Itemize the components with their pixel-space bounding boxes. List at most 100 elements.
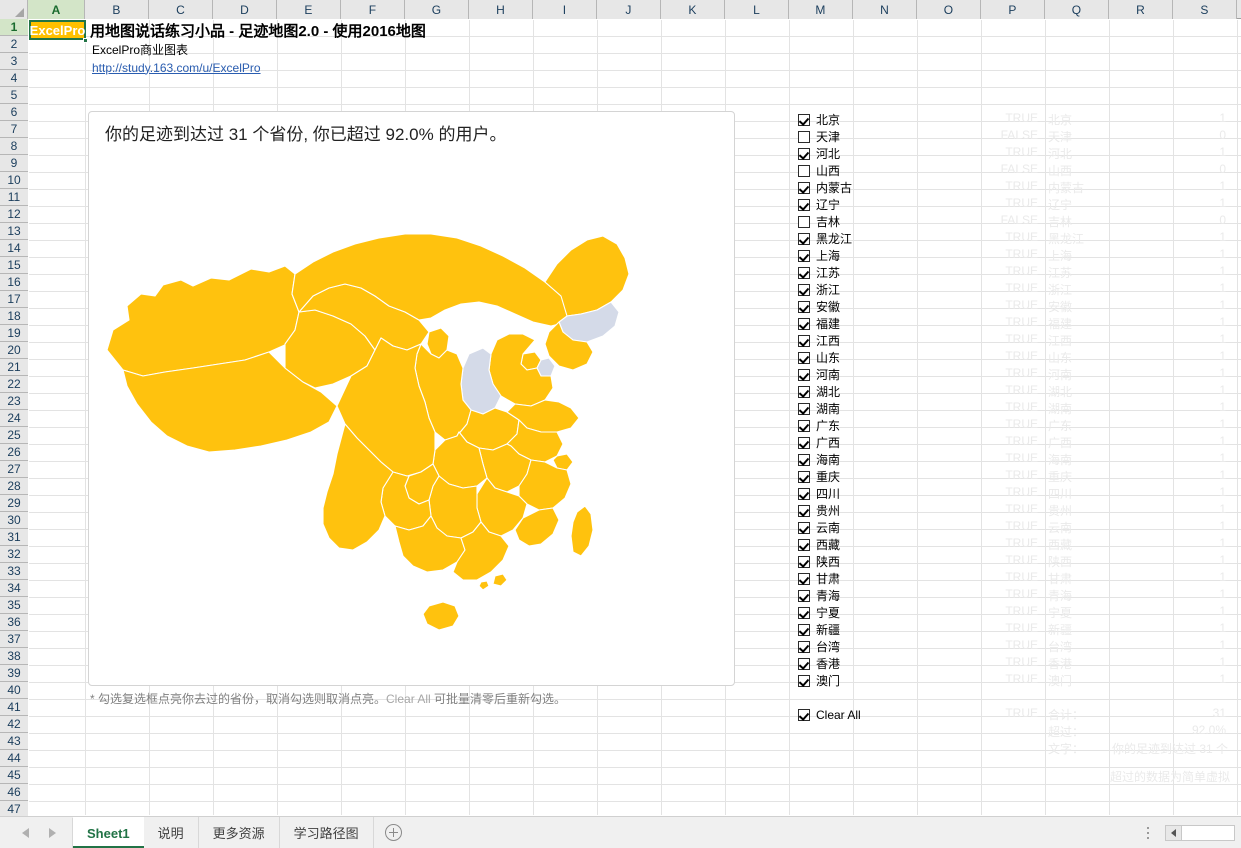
row-header-22[interactable]: 22	[0, 376, 28, 393]
row-header-10[interactable]: 10	[0, 172, 28, 189]
row-header-35[interactable]: 35	[0, 597, 28, 614]
checkbox-row[interactable]: 黑龙江	[798, 230, 852, 247]
checkbox-row[interactable]: 北京	[798, 111, 852, 128]
province-海南[interactable]	[422, 601, 460, 631]
row-header-45[interactable]: 45	[0, 767, 28, 784]
row-header-6[interactable]: 6	[0, 104, 28, 121]
row-header-4[interactable]: 4	[0, 70, 28, 87]
checkbox-icon[interactable]	[798, 283, 810, 296]
sheet-nav-arrows[interactable]	[0, 817, 72, 848]
checkbox-row[interactable]: 新疆	[798, 621, 852, 638]
row-header-23[interactable]: 23	[0, 393, 28, 410]
checkbox-row[interactable]: 台湾	[798, 638, 852, 655]
checkbox-icon[interactable]	[798, 572, 810, 585]
checkbox-icon[interactable]	[798, 215, 810, 228]
checkbox-icon[interactable]	[798, 521, 810, 534]
row-header-12[interactable]: 12	[0, 206, 28, 223]
checkbox-icon-clear-all[interactable]	[798, 708, 810, 721]
row-header-15[interactable]: 15	[0, 257, 28, 274]
row-header-20[interactable]: 20	[0, 342, 28, 359]
province-澳门[interactable]	[478, 580, 490, 591]
checkbox-row[interactable]: 陕西	[798, 553, 852, 570]
row-header-37[interactable]: 37	[0, 631, 28, 648]
row-header-18[interactable]: 18	[0, 308, 28, 325]
checkbox-row[interactable]: 吉林	[798, 213, 852, 230]
column-header-b[interactable]: B	[85, 0, 149, 19]
checkbox-row[interactable]: 澳门	[798, 672, 852, 689]
province-checkbox-list[interactable]: 北京 天津 河北 山西 内蒙古 辽宁 吉林 黑龙江 上海 江苏 浙江 安徽 福建 江西 山东 河南 湖北 湖南 广东…	[798, 111, 852, 689]
column-header-i[interactable]: I	[533, 0, 597, 19]
checkbox-icon[interactable]	[798, 130, 810, 143]
map-chart-container[interactable]: 你的足迹到达过 31 个省份, 你已超过 92.0% 的用户。	[88, 111, 735, 686]
checkbox-icon[interactable]	[798, 317, 810, 330]
row-header-28[interactable]: 28	[0, 478, 28, 495]
column-header-h[interactable]: H	[469, 0, 533, 19]
row-header-1[interactable]: 1	[0, 19, 28, 36]
checkbox-icon[interactable]	[798, 368, 810, 381]
checkbox-icon[interactable]	[798, 181, 810, 194]
row-header-43[interactable]: 43	[0, 733, 28, 750]
column-header-e[interactable]: E	[277, 0, 341, 19]
checkbox-row[interactable]: 湖南	[798, 400, 852, 417]
checkbox-icon[interactable]	[798, 623, 810, 636]
sheet-tab-1[interactable]: 说明	[144, 817, 199, 848]
row-header-36[interactable]: 36	[0, 614, 28, 631]
checkbox-icon[interactable]	[798, 334, 810, 347]
checkbox-icon[interactable]	[798, 606, 810, 619]
row-header-16[interactable]: 16	[0, 274, 28, 291]
row-header-9[interactable]: 9	[0, 155, 28, 172]
checkbox-row[interactable]: 山东	[798, 349, 852, 366]
row-header-19[interactable]: 19	[0, 325, 28, 342]
column-header-l[interactable]: L	[725, 0, 789, 19]
checkbox-icon[interactable]	[798, 470, 810, 483]
checkbox-row[interactable]: 重庆	[798, 468, 852, 485]
row-header-14[interactable]: 14	[0, 240, 28, 257]
column-header-k[interactable]: K	[661, 0, 725, 19]
row-header-31[interactable]: 31	[0, 529, 28, 546]
column-header-j[interactable]: J	[597, 0, 661, 19]
row-header-30[interactable]: 30	[0, 512, 28, 529]
row-header-7[interactable]: 7	[0, 121, 28, 138]
row-header-38[interactable]: 38	[0, 648, 28, 665]
checkbox-icon[interactable]	[798, 232, 810, 245]
checkbox-row[interactable]: 安徽	[798, 298, 852, 315]
column-header-d[interactable]: D	[213, 0, 277, 19]
checkbox-row[interactable]: 湖北	[798, 383, 852, 400]
checkbox-icon[interactable]	[798, 555, 810, 568]
checkbox-row[interactable]: 辽宁	[798, 196, 852, 213]
row-header-32[interactable]: 32	[0, 546, 28, 563]
checkbox-row[interactable]: 海南	[798, 451, 852, 468]
checkbox-row[interactable]: 西藏	[798, 536, 852, 553]
checkbox-row[interactable]: 浙江	[798, 281, 852, 298]
column-header-s[interactable]: S	[1173, 0, 1237, 19]
select-all-corner[interactable]	[0, 0, 28, 19]
checkbox-icon[interactable]	[798, 640, 810, 653]
checkbox-icon[interactable]	[798, 657, 810, 670]
row-header-42[interactable]: 42	[0, 716, 28, 733]
row-header-2[interactable]: 2	[0, 36, 28, 53]
checkbox-row[interactable]: 云南	[798, 519, 852, 536]
province-台湾[interactable]	[570, 505, 594, 557]
checkbox-icon[interactable]	[798, 589, 810, 602]
checkbox-icon[interactable]	[798, 487, 810, 500]
checkbox-icon[interactable]	[798, 249, 810, 262]
fill-handle[interactable]	[83, 38, 88, 43]
column-header-a[interactable]: A	[28, 0, 85, 19]
checkbox-row[interactable]: 宁夏	[798, 604, 852, 621]
checkbox-row[interactable]: 上海	[798, 247, 852, 264]
checkbox-icon[interactable]	[798, 147, 810, 160]
row-header-41[interactable]: 41	[0, 699, 28, 716]
checkbox-row[interactable]: 天津	[798, 128, 852, 145]
row-header-13[interactable]: 13	[0, 223, 28, 240]
clear-all-control[interactable]: Clear All	[798, 706, 861, 723]
checkbox-icon[interactable]	[798, 113, 810, 126]
checkbox-row[interactable]: 广东	[798, 417, 852, 434]
row-header-44[interactable]: 44	[0, 750, 28, 767]
checkbox-row[interactable]: 山西	[798, 162, 852, 179]
china-map[interactable]	[89, 154, 734, 684]
next-sheet-icon[interactable]	[49, 827, 56, 838]
column-header-g[interactable]: G	[405, 0, 469, 19]
row-header-24[interactable]: 24	[0, 410, 28, 427]
checkbox-row[interactable]: 广西	[798, 434, 852, 451]
checkbox-row[interactable]: 江苏	[798, 264, 852, 281]
